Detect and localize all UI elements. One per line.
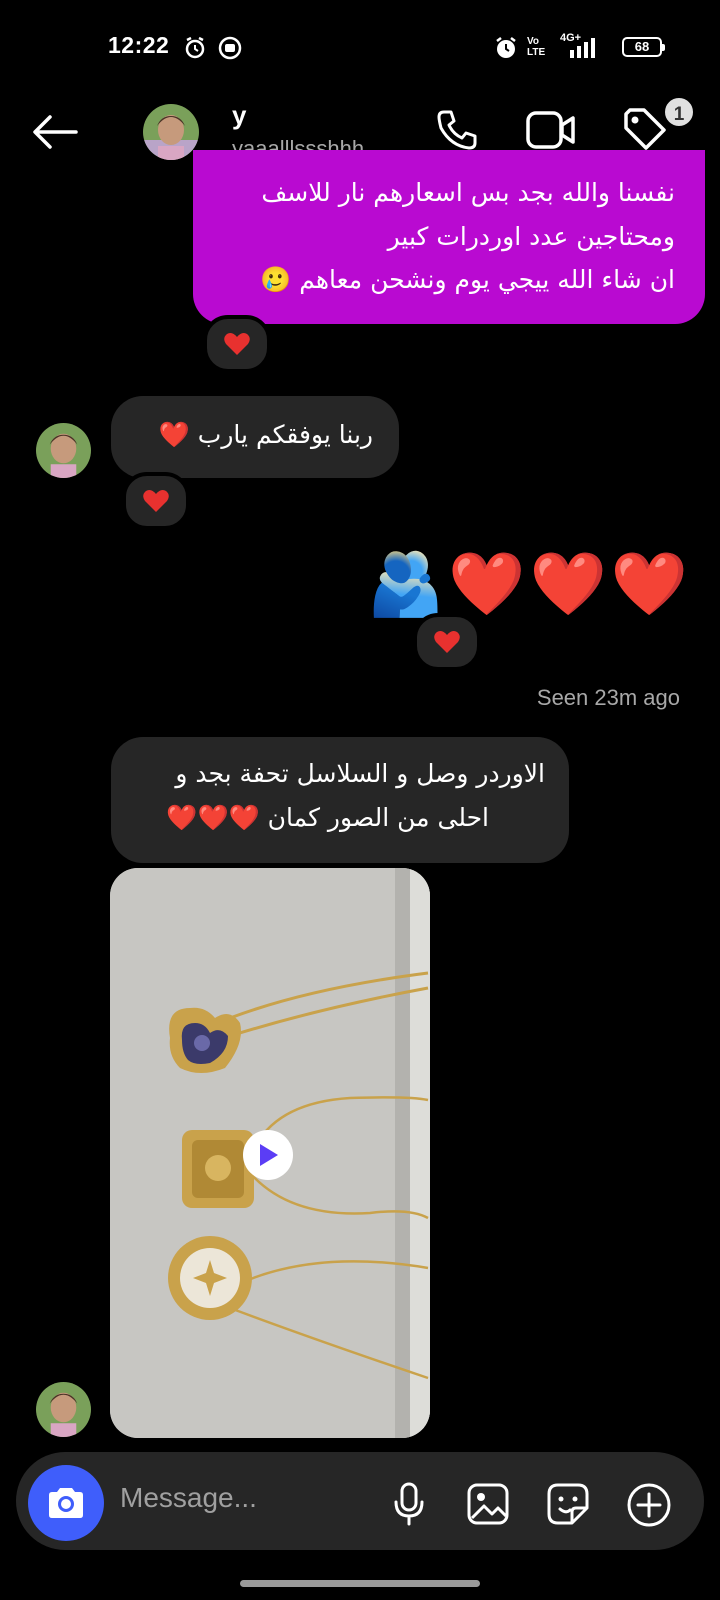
signal-icon [570,38,595,58]
message-line: نفسنا والله بجد بس اسعارهم نار للاسف [261,178,675,207]
heart-reaction[interactable] [122,472,190,530]
home-indicator[interactable] [240,1580,480,1587]
message-line: احلى من الصور كمان ❤️❤️❤️ [166,803,489,832]
gallery-icon[interactable] [466,1482,510,1526]
incoming-message-bubble[interactable]: ربنا يوفقكم يارب ❤️ [111,396,399,478]
sticker-icon[interactable] [546,1482,590,1526]
tag-icon[interactable] [622,108,668,154]
play-icon [260,1144,278,1166]
message-text: ربنا يوفقكم يارب ❤️ [158,420,373,449]
sender-avatar[interactable] [36,423,91,478]
seen-status: Seen 23m ago [536,685,680,710]
emoji-message[interactable]: 🫂❤️❤️❤️ [367,548,692,620]
incoming-message-bubble[interactable]: الاوردر وصل و السلاسل تحفة بجد و احلى من… [111,737,569,863]
camera-icon [49,1488,83,1518]
alarm-clock-icon [496,37,516,58]
play-button[interactable] [243,1130,293,1180]
alarm-icon [185,36,205,59]
camera-button[interactable] [28,1465,104,1541]
battery-icon: 68 [622,37,665,57]
message-line: ان شاء الله ييجي يوم ونشحن معاهم 🥲 [260,265,675,294]
phone-icon[interactable] [435,108,479,152]
volte-label: Vo LTE [527,36,546,58]
outgoing-message-bubble[interactable]: نفسنا والله بجد بس اسعارهم نار للاسف ومح… [193,150,705,324]
back-arrow-icon[interactable] [30,112,80,152]
header-avatar[interactable] [143,104,199,160]
message-line: الاوردر وصل و السلاسل تحفة بجد و [175,759,545,788]
heart-icon [143,490,169,512]
message-line: ومحتاجين عدد اوردرات كبير [387,222,675,251]
heart-reaction[interactable] [203,315,271,373]
notification-badge: 1 [662,95,696,129]
screen-record-icon [218,36,242,60]
sender-avatar[interactable] [36,1382,91,1437]
video-camera-icon[interactable] [526,110,576,150]
plus-icon[interactable] [626,1482,672,1528]
message-input[interactable]: Message... [120,1482,257,1514]
heart-icon [434,631,460,653]
contact-name[interactable]: y [232,100,246,131]
heart-reaction[interactable] [413,613,481,671]
microphone-icon[interactable] [392,1482,426,1526]
heart-icon [224,333,250,355]
status-time: 12:22 [108,32,170,58]
